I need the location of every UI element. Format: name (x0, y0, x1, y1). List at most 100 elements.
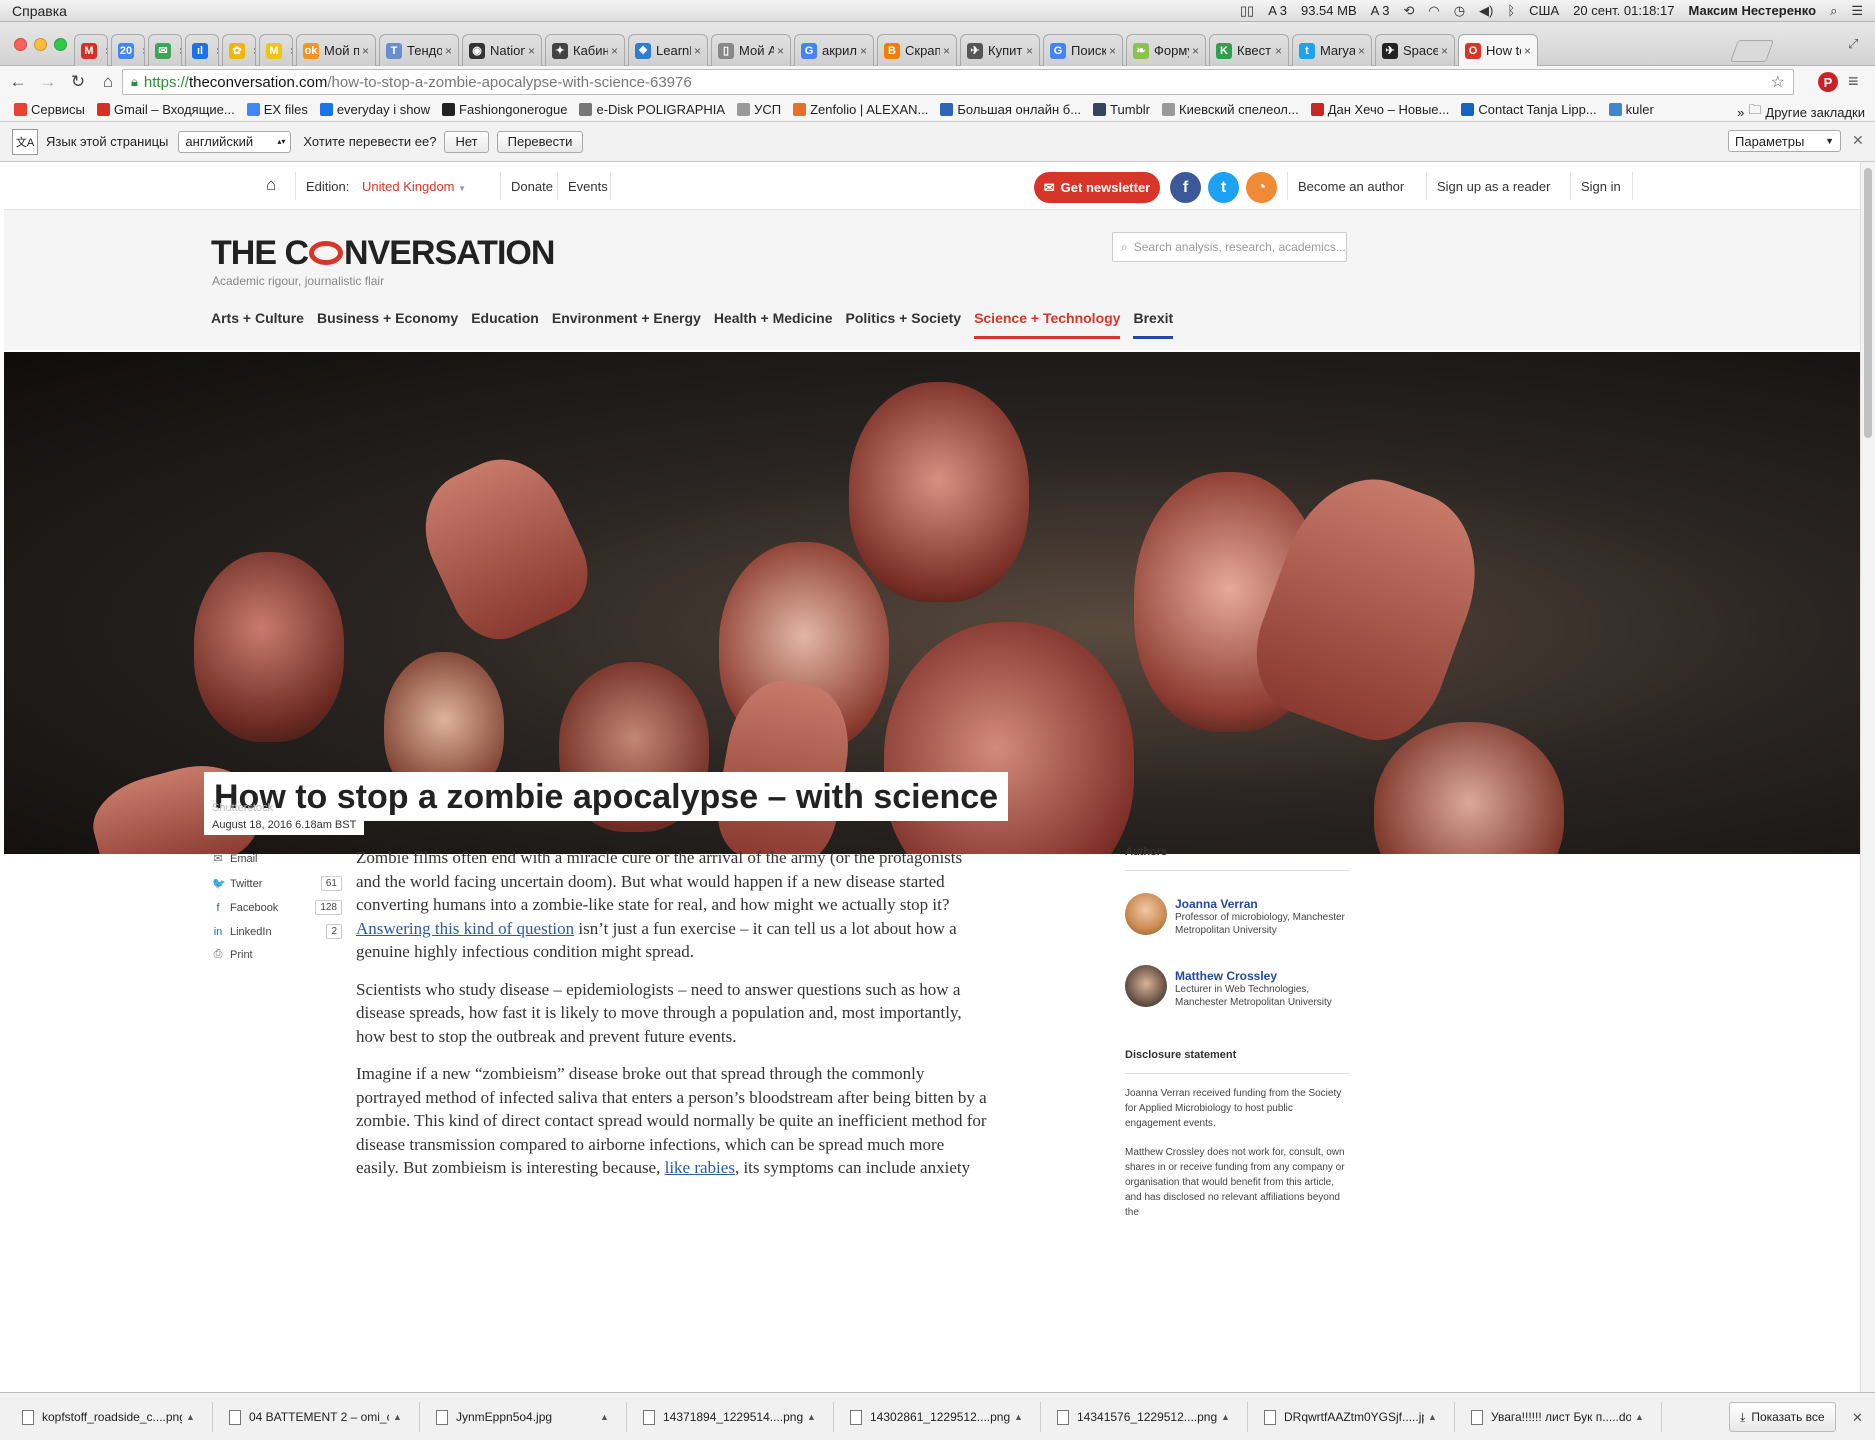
browser-tab[interactable]: ✈ Space /× (1375, 34, 1455, 66)
site-logo[interactable]: THE C NVERSATION (211, 234, 555, 273)
browser-tab[interactable]: M× (259, 34, 293, 66)
download-item[interactable]: kopfstoff_roadside_c....png ▲ (10, 1402, 213, 1432)
download-menu-icon[interactable]: ▲ (1428, 1412, 1437, 1422)
close-tab-icon[interactable]: × (142, 44, 144, 58)
avatar[interactable] (1125, 893, 1167, 935)
bookmark-item[interactable]: Fashiongonerogue (442, 102, 567, 117)
minimize-window-button[interactable] (34, 38, 47, 51)
keyboard-indicator-1[interactable]: A 3 (1268, 3, 1287, 18)
close-tab-icon[interactable]: × (777, 44, 784, 58)
other-bookmarks[interactable]: » 🗀 Другие закладки (1729, 101, 1865, 121)
close-tab-icon[interactable]: × (1109, 44, 1116, 58)
browser-tab[interactable]: ✦ Кабин × (545, 34, 625, 66)
browser-tab[interactable]: ❖ LearnE× (628, 34, 708, 66)
browser-tab[interactable]: G Поиск × (1043, 34, 1123, 66)
browser-tab[interactable]: M× (74, 34, 108, 66)
browser-tab[interactable]: t Maryan× (1292, 34, 1372, 66)
translate-options-select[interactable]: Параметры ▼ (1728, 130, 1841, 152)
browser-tab[interactable]: ✉× (148, 34, 182, 66)
browser-tab[interactable]: ▯ Мой А × (711, 34, 791, 66)
user-name[interactable]: Максим Нестеренко (1688, 3, 1816, 18)
download-item[interactable]: 04 BATTEMENT 2 – omi_c.... ▲ (217, 1402, 420, 1432)
address-bar[interactable]: 🔒︎ https:// theconversation.com /how-to-… (122, 69, 1794, 95)
bookmark-item[interactable]: УСП (737, 102, 781, 117)
close-tab-icon[interactable]: × (1026, 44, 1033, 58)
app-menu-help[interactable]: Справка (0, 3, 67, 19)
download-item[interactable]: 14341576_1229512....png ▲ (1045, 1402, 1248, 1432)
download-menu-icon[interactable]: ▲ (393, 1412, 402, 1422)
download-menu-icon[interactable]: ▲ (1635, 1412, 1644, 1422)
page-scrollbar[interactable] (1860, 162, 1875, 1392)
bookmark-item[interactable]: kuler (1608, 102, 1654, 117)
section-link[interactable]: Science + Technology (974, 310, 1121, 339)
close-tab-icon[interactable]: × (943, 44, 950, 58)
chrome-menu-icon[interactable]: ≡ (1848, 71, 1859, 92)
download-item[interactable]: Увага!!!!!! лист Бук п.....doc ▲ (1459, 1402, 1662, 1432)
browser-tab[interactable]: K Квест × (1209, 34, 1289, 66)
close-tab-icon[interactable]: × (611, 44, 618, 58)
keyboard-indicator-2[interactable]: A 3 (1371, 3, 1390, 18)
close-tab-icon[interactable]: × (1524, 44, 1531, 58)
download-menu-icon[interactable]: ▲ (807, 1412, 816, 1422)
edition-selector[interactable]: United Kingdom ▼ (362, 179, 466, 194)
rss-icon[interactable]: ◔ (1246, 172, 1277, 203)
get-newsletter-button[interactable]: ✉ Get newsletter (1034, 172, 1160, 203)
download-menu-icon[interactable]: ▲ (1221, 1412, 1230, 1422)
facebook-icon[interactable]: f (1170, 172, 1201, 203)
download-item[interactable]: DRqwrtfAAZtm0YGSjf.....jpg ▲ (1252, 1402, 1455, 1432)
close-tab-icon[interactable]: × (528, 44, 535, 58)
home-icon[interactable]: ⌂ (266, 175, 276, 195)
chevron-double-right-icon[interactable]: » (1737, 105, 1744, 120)
fullscreen-icon[interactable]: ⤢ (1848, 36, 1858, 52)
browser-tab[interactable]: ◉ Nation × (462, 34, 542, 66)
zoom-window-button[interactable] (54, 38, 67, 51)
translate-button[interactable]: Перевести (496, 130, 584, 153)
bookmark-item[interactable]: Большая онлайн б... (940, 102, 1081, 117)
clock[interactable]: 20 сент. 01:18:17 (1573, 3, 1674, 18)
close-tab-icon[interactable]: × (253, 44, 255, 58)
pinterest-extension-icon[interactable]: P (1818, 72, 1838, 92)
sign-in-link[interactable]: Sign in (1581, 179, 1621, 194)
spotlight-search-icon[interactable]: ⌕ (1830, 3, 1837, 19)
inline-link[interactable]: like rabies (665, 1158, 735, 1177)
forward-button[interactable]: → (36, 70, 60, 94)
download-item[interactable]: 14371894_1229514....png ▲ (631, 1402, 834, 1432)
share-linkedin-link[interactable]: in LinkedIn 2 (212, 924, 342, 939)
close-tab-icon[interactable]: × (179, 44, 181, 58)
section-link[interactable]: Politics + Society (846, 310, 962, 339)
new-tab-button[interactable] (1729, 40, 1775, 62)
close-tab-icon[interactable]: × (1358, 44, 1365, 58)
share-facebook-link[interactable]: f Facebook 128 (212, 900, 342, 915)
download-menu-icon[interactable]: ▲ (186, 1412, 195, 1422)
share-twitter-link[interactable]: 🐦 Twitter 61 (212, 876, 342, 891)
close-tab-icon[interactable]: × (860, 44, 867, 58)
download-menu-icon[interactable]: ▲ (600, 1412, 609, 1422)
section-link[interactable]: Brexit (1133, 310, 1174, 339)
download-item[interactable]: 14302861_1229512....png ▲ (838, 1402, 1041, 1432)
sync-icon[interactable]: ⟲ (1403, 3, 1414, 19)
browser-tab[interactable]: ok Мой пр× (296, 34, 376, 66)
close-tab-icon[interactable]: × (290, 44, 292, 58)
author-name[interactable]: Joanna Verran (1175, 897, 1258, 911)
bookmark-star-icon[interactable]: ☆ (1771, 72, 1785, 92)
author-name[interactable]: Matthew Crossley (1175, 969, 1277, 983)
section-link[interactable]: Business + Economy (317, 310, 458, 339)
bluetooth-icon[interactable]: ᛒ (1507, 3, 1515, 18)
columns-icon[interactable]: ▯▯ (1240, 3, 1254, 19)
bookmark-item[interactable]: Киевский спелеол... (1162, 102, 1299, 117)
site-search-input[interactable]: ⌕ Search analysis, research, academics... (1112, 232, 1347, 262)
section-link[interactable]: Arts + Culture (211, 310, 304, 339)
browser-tab[interactable]: 20 × (111, 34, 145, 66)
close-downloads-icon[interactable]: ✕ (1852, 1410, 1863, 1426)
keyboard-layout[interactable]: США (1529, 3, 1559, 18)
browser-tab[interactable]: B Скрап × (877, 34, 957, 66)
notification-center-icon[interactable]: ☰ (1851, 3, 1863, 19)
bookmark-item[interactable]: EX files (246, 102, 308, 117)
bookmark-item[interactable]: Zenfolio | ALEXAN... (793, 102, 928, 117)
browser-tab[interactable]: O How to× (1458, 34, 1538, 66)
donate-link[interactable]: Donate (511, 179, 553, 194)
section-link[interactable]: Education (471, 310, 539, 339)
bookmark-item[interactable]: e-Disk POLIGRAPHIA (579, 102, 725, 117)
share-print-link[interactable]: ⎙ Print (212, 948, 342, 961)
back-button[interactable]: ← (6, 70, 30, 94)
